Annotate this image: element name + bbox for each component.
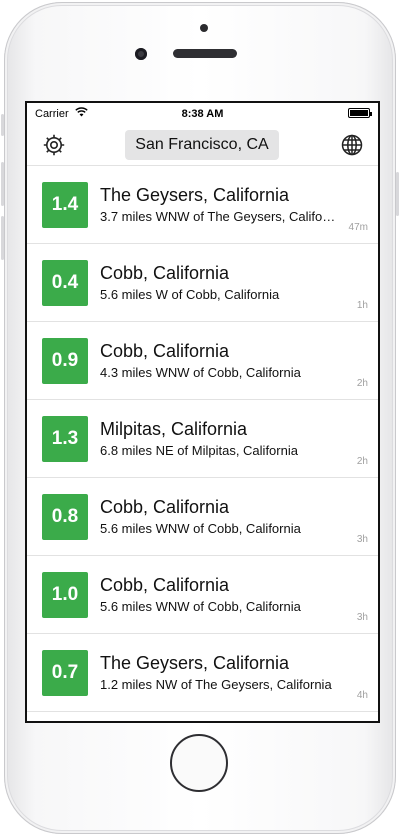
volume-up-button: [1, 162, 4, 206]
distance-detail: 5.6 miles WNW of Cobb, California: [100, 599, 301, 614]
distance-detail: 5.6 miles WNW of Cobb, California: [100, 521, 301, 536]
magnitude-badge: 0.4: [42, 260, 88, 306]
magnitude-badge: 0.8: [42, 494, 88, 540]
location-button[interactable]: San Francisco, CA: [125, 130, 279, 160]
place-title: Cobb, California: [100, 575, 230, 595]
app-screen: Carrier 8:38 AM San Francisco, CA 1.4 Th…: [25, 101, 380, 723]
list-item[interactable]: 0.7 The Geysers, California 1.2 miles NW o…: [27, 634, 378, 712]
time-ago: 1h: [356, 300, 368, 311]
globe-icon[interactable]: [340, 133, 364, 157]
earthquake-list: 1.4 The Geysers, California 3.7 miles WNW …: [27, 166, 378, 712]
list-item[interactable]: 0.8 Cobb, California 5.6 miles WNW of Cobb…: [27, 478, 378, 556]
magnitude-badge: 0.9: [42, 338, 88, 384]
earpiece-speaker: [173, 49, 237, 58]
distance-detail: 5.6 miles W of Cobb, California: [100, 287, 280, 302]
time-ago: 3h: [356, 534, 368, 545]
magnitude-badge: 1.0: [42, 572, 88, 618]
proximity-sensor: [200, 24, 208, 32]
navigation-bar: San Francisco, CA: [27, 125, 378, 166]
time-ago: 2h: [356, 378, 368, 389]
place-title: Milpitas, California: [100, 419, 248, 439]
place-title: The Geysers, California: [100, 185, 290, 205]
place-title: Cobb, California: [100, 341, 230, 361]
list-item[interactable]: 0.4 Cobb, California 5.6 miles W of Cobb, …: [27, 244, 378, 322]
magnitude-badge: 0.7: [42, 650, 88, 696]
list-item[interactable]: 1.4 The Geysers, California 3.7 miles WNW …: [27, 166, 378, 244]
magnitude-badge: 1.3: [42, 416, 88, 462]
front-camera: [135, 48, 147, 60]
list-item[interactable]: 1.0 Cobb, California 5.6 miles WNW of Cobb…: [27, 556, 378, 634]
list-item[interactable]: 1.3 Milpitas, California 6.8 miles NE of M…: [27, 400, 378, 478]
volume-down-button: [1, 216, 4, 260]
place-title: Cobb, California: [100, 497, 230, 517]
battery-icon: [348, 108, 372, 118]
home-button[interactable]: [170, 734, 228, 792]
power-button: [396, 172, 399, 216]
magnitude-badge: 1.4: [42, 182, 88, 228]
time-ago: 3h: [356, 612, 368, 623]
distance-detail: 6.8 miles NE of Milpitas, California: [100, 443, 298, 458]
distance-detail: 4.3 miles WNW of Cobb, California: [100, 365, 301, 380]
place-title: The Geysers, California: [100, 653, 290, 673]
mute-switch: [1, 114, 4, 136]
distance-detail: 3.7 miles WNW of The Geysers, California: [100, 209, 338, 224]
status-time: 8:38 AM: [181, 108, 224, 120]
distance-detail: 1.2 miles NW of The Geysers, California: [100, 677, 332, 692]
time-ago: 2h: [356, 456, 368, 467]
list-item[interactable]: 0.9 Cobb, California 4.3 miles WNW of Cobb…: [27, 322, 378, 400]
place-title: Cobb, California: [100, 263, 230, 283]
status-bar: Carrier 8:38 AM: [27, 103, 378, 125]
time-ago: 47m: [348, 222, 368, 233]
time-ago: 4h: [356, 690, 368, 701]
gear-icon[interactable]: [42, 133, 66, 157]
